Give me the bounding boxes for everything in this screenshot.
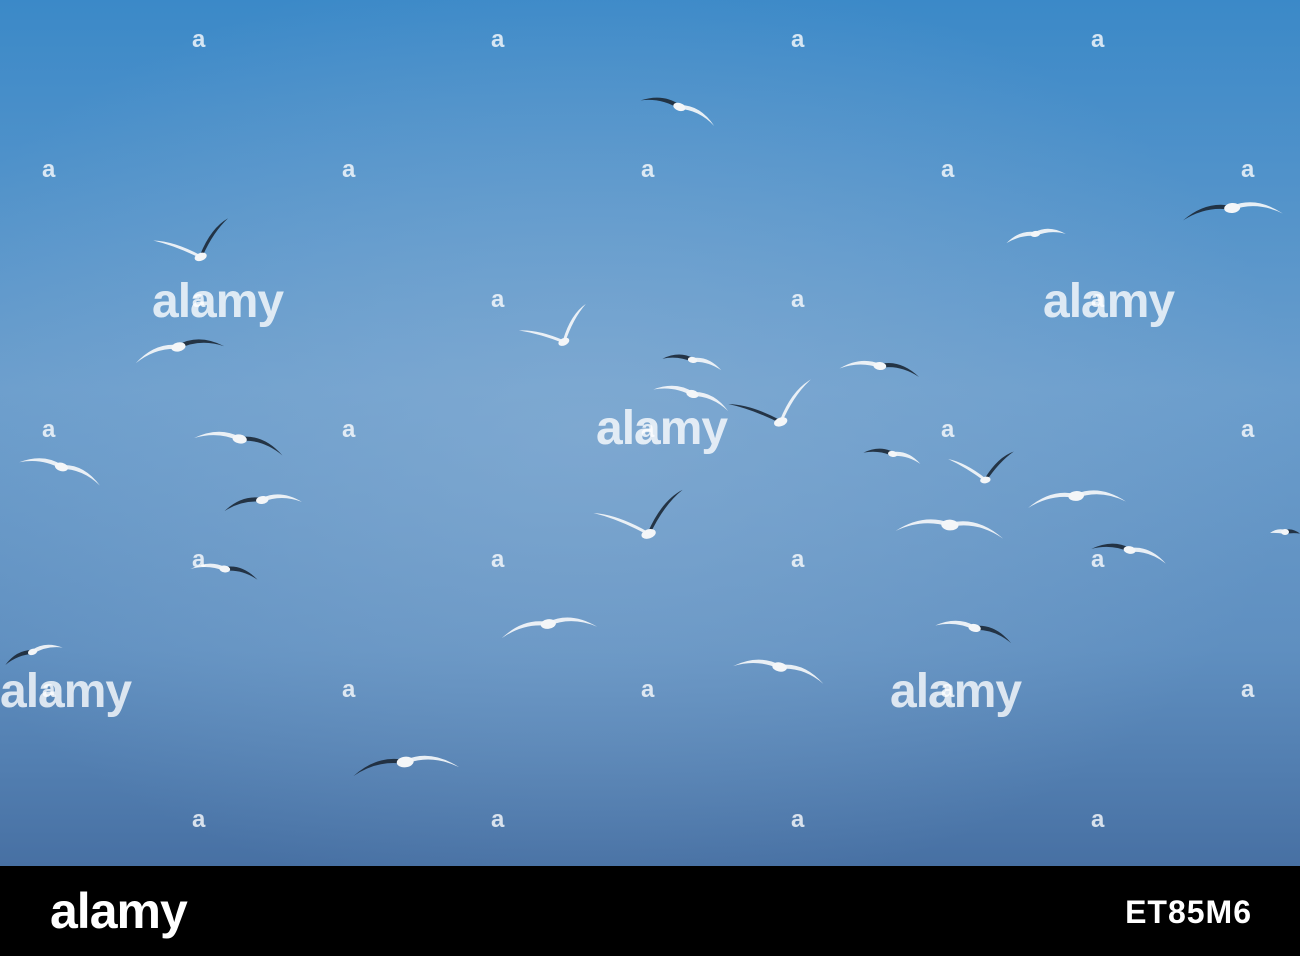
watermark-logo: alamy [0, 665, 132, 718]
watermark-mark: a [1091, 806, 1105, 833]
watermark-mark: a [491, 286, 505, 313]
watermark-mark: a [1241, 676, 1255, 703]
bird-body [1281, 529, 1289, 535]
watermark-mark: a [1241, 156, 1255, 183]
watermark-mark: a [342, 676, 356, 703]
watermark-mark: a [641, 156, 655, 183]
watermark-mark: a [941, 416, 955, 443]
watermark-mark: a [342, 156, 356, 183]
footer-logo: alamy [50, 883, 188, 939]
watermark-mark: a [791, 546, 805, 573]
watermark-logo: alamy [890, 665, 1022, 718]
watermark-mark: a [42, 676, 56, 703]
watermark-mark: a [192, 806, 206, 833]
watermark-mark: a [941, 676, 955, 703]
watermark-mark: a [1241, 416, 1255, 443]
watermark-mark: a [791, 286, 805, 313]
watermark-mark: a [941, 156, 955, 183]
image-id: ET85M6 [1125, 894, 1252, 930]
watermark-mark: a [342, 416, 356, 443]
watermark-mark: a [641, 676, 655, 703]
watermark-mark: a [192, 546, 206, 573]
watermark-mark: a [42, 416, 56, 443]
watermark-mark: a [1091, 286, 1105, 313]
watermark-mark: a [791, 806, 805, 833]
footer-bar: alamy ET85M6 [0, 866, 1300, 956]
watermark-mark: a [491, 546, 505, 573]
watermark-mark: a [1091, 546, 1105, 573]
watermark-logo: alamy [152, 275, 284, 328]
watermark-mark: a [192, 286, 206, 313]
watermark-mark: a [791, 26, 805, 53]
photo-frame: alamy alamy alamy alamy alamy a a a a a a a a a a a a a a a… [0, 0, 1300, 956]
watermark-logo: alamy [1043, 275, 1175, 328]
watermark-mark: a [641, 416, 655, 443]
watermark-mark: a [1091, 26, 1105, 53]
watermark-mark: a [192, 26, 206, 53]
watermark-logo: alamy [596, 402, 728, 455]
watermark-mark: a [42, 156, 56, 183]
watermark-mark: a [491, 806, 505, 833]
watermark-mark: a [491, 26, 505, 53]
